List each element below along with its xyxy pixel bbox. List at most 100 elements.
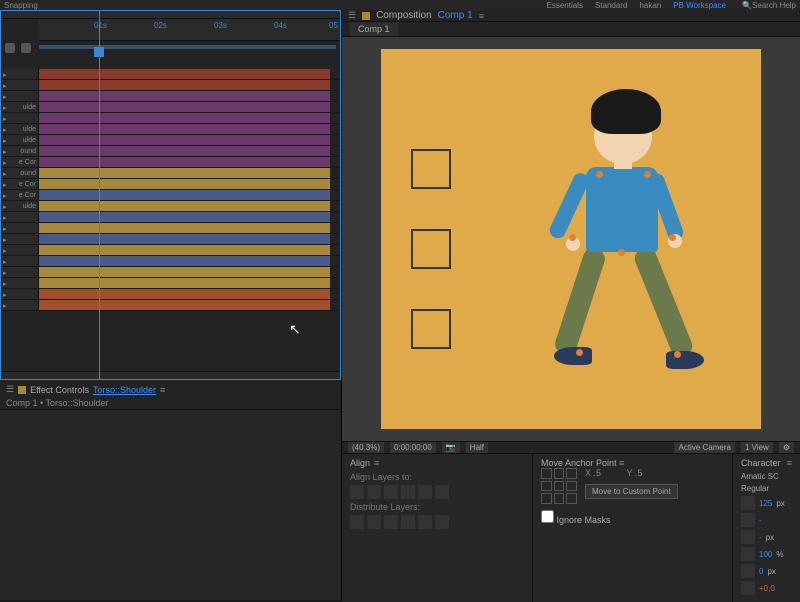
align-right-icon[interactable] [384,485,398,499]
layer-label[interactable]: ▸ [1,278,39,288]
distribute-icon[interactable] [367,515,381,529]
layer-label[interactable]: ▸ [1,256,39,266]
layer-bar[interactable] [39,179,330,189]
distribute-icon[interactable] [418,515,432,529]
layer-bar[interactable] [39,201,330,211]
zoom-dropdown[interactable]: (40.3%) [348,442,384,453]
viewer-option-icon[interactable]: ⚙ [779,442,794,453]
timeline-layer-row[interactable]: ▸ulde [1,124,340,135]
layer-label[interactable]: ▸ulde [1,135,39,145]
layer-bar[interactable] [39,69,330,79]
layer-bar[interactable] [39,91,330,101]
tl-tool-icon[interactable] [21,43,31,53]
timeline-layer-row[interactable]: ▸ound [1,168,340,179]
effect-controls-body[interactable] [0,410,341,600]
align-left-icon[interactable] [350,485,364,499]
layer-label[interactable]: ▸ [1,300,39,310]
layer-label[interactable]: ▸ound [1,146,39,156]
layer-bar[interactable] [39,190,330,200]
layer-bar[interactable] [39,157,330,167]
layer-bar[interactable] [39,245,330,255]
work-area-bar[interactable] [39,45,336,49]
timeline-layer-row[interactable]: ▸ [1,91,340,102]
workspace-hakan[interactable]: hakan [639,1,661,10]
timeline-layer-row[interactable]: ▸ound [1,146,340,157]
layer-bar[interactable] [39,278,330,288]
timeline-layer-row[interactable]: ▸ [1,223,340,234]
anchor-y-input[interactable] [635,468,663,478]
leading-value[interactable]: - [759,533,762,542]
layer-label[interactable]: ▸ [1,69,39,79]
layer-label[interactable]: ▸ [1,212,39,222]
composition-name[interactable]: Comp 1 [438,10,473,21]
timeline-layer-row[interactable]: ▸ [1,289,340,300]
anchor-x-input[interactable] [594,468,622,478]
align-bottom-icon[interactable] [435,485,449,499]
layer-label[interactable]: ▸ [1,245,39,255]
layer-bar[interactable] [39,80,330,90]
composition-canvas[interactable] [381,49,761,429]
snapping-toggle[interactable]: Snapping [4,1,38,10]
ignore-masks-checkbox[interactable] [541,510,554,523]
layer-bar[interactable] [39,146,330,156]
camera-dropdown[interactable]: Active Camera [674,442,734,453]
timeline-layer-row[interactable]: ▸e Cor [1,179,340,190]
timeline-layer-row[interactable]: ▸e Cor [1,190,340,201]
layer-label[interactable]: ▸ulde [1,102,39,112]
composition-viewer[interactable] [342,37,800,441]
layer-bar[interactable] [39,300,330,310]
time-ruler[interactable]: 01s 02s 03s 04s 05 [39,19,340,41]
layer-bar[interactable] [39,124,330,134]
tl-tool-icon[interactable] [5,43,15,53]
snapshot-icon[interactable]: 📷 [442,442,460,453]
timecode[interactable]: 0:00:00:00 [390,442,436,453]
layer-bar[interactable] [39,212,330,222]
layer-label[interactable]: ▸ [1,267,39,277]
font-family-dropdown[interactable]: Amatic SC [741,472,779,481]
layer-bar[interactable] [39,168,330,178]
layer-label[interactable]: ▸ [1,289,39,299]
layer-bar[interactable] [39,135,330,145]
layer-label[interactable]: ▸ [1,91,39,101]
layer-label[interactable]: ▸ulde [1,124,39,134]
views-dropdown[interactable]: 1 View [741,442,773,453]
distribute-icon[interactable] [384,515,398,529]
timeline-layer-row[interactable]: ▸ [1,256,340,267]
layer-bar[interactable] [39,256,330,266]
timeline-layer-row[interactable]: ▸ [1,80,340,91]
comp-tab[interactable]: Comp 1 [350,22,398,36]
distribute-icon[interactable] [350,515,364,529]
align-top-icon[interactable] [401,485,415,499]
panel-options-icon[interactable]: ≡ [374,458,379,468]
layer-bar[interactable] [39,113,330,123]
layer-label[interactable]: ▸ [1,113,39,123]
layer-label[interactable]: ▸e Cor [1,157,39,167]
font-weight-dropdown[interactable]: Regular [741,484,769,493]
shape-square[interactable] [411,229,451,269]
anchor-grid[interactable] [541,468,577,504]
workspace-essentials[interactable]: Essentials [547,1,583,10]
layer-bar[interactable] [39,267,330,277]
workspace-pb[interactable]: PB Workspace [673,1,726,10]
layer-bar[interactable] [39,223,330,233]
move-custom-button[interactable]: Move to Custom Point [585,484,678,499]
panel-menu-icon[interactable]: ☰ [348,10,356,21]
layer-label[interactable]: ▸ [1,234,39,244]
fill-value[interactable]: +0,0 [759,584,775,593]
layer-label[interactable]: ▸e Cor [1,179,39,189]
layer-label[interactable]: ▸ [1,223,39,233]
effect-controls-layer[interactable]: Torso::Shoulder [93,385,156,395]
layer-label[interactable]: ▸ulde [1,201,39,211]
workspace-standard[interactable]: Standard [595,1,627,10]
timeline-layer-row[interactable]: ▸ [1,234,340,245]
layer-label[interactable]: ▸ [1,80,39,90]
tracking-value[interactable]: - [759,516,762,525]
baseline-value[interactable]: 0 [759,567,763,576]
timeline-layer-row[interactable]: ▸ [1,267,340,278]
distribute-icon[interactable] [435,515,449,529]
layer-bar[interactable] [39,289,330,299]
timeline-layer-row[interactable]: ▸ulde [1,102,340,113]
timeline-layer-row[interactable]: ▸e Cor [1,157,340,168]
timeline-layer-row[interactable]: ▸ [1,113,340,124]
layer-label[interactable]: ▸ound [1,168,39,178]
